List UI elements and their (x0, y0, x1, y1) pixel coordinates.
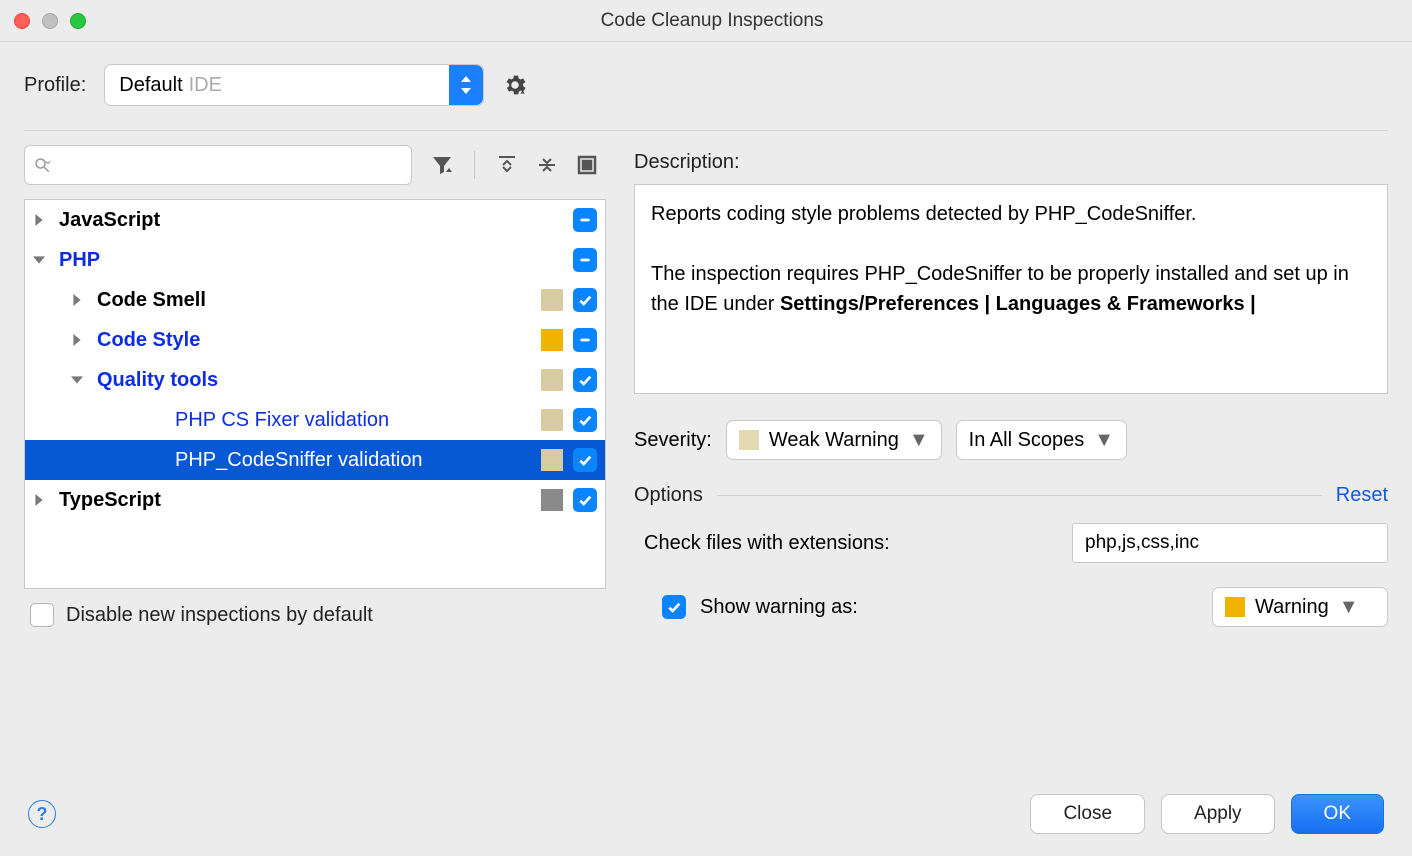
severity-swatch-icon (541, 369, 563, 391)
description-box: Reports coding style problems detected b… (634, 184, 1388, 394)
description-p2: The inspection requires PHP_CodeSniffer … (651, 259, 1371, 319)
severity-swatch-icon (541, 489, 563, 511)
tree-row[interactable]: PHP (25, 240, 605, 280)
profile-value: Default (119, 74, 182, 97)
inspection-checkbox[interactable] (573, 488, 597, 512)
profile-label: Profile: (24, 74, 86, 97)
toolbar (24, 145, 606, 185)
tree-item-label: Code Style (97, 329, 541, 352)
tree-row[interactable]: PHP CS Fixer validation (25, 400, 605, 440)
warning-level-value: Warning (1255, 596, 1329, 619)
options-header: Options Reset (634, 484, 1388, 507)
tree-item-label: JavaScript (59, 209, 541, 232)
tree-item-label: PHP CS Fixer validation (175, 409, 541, 432)
inspection-tree[interactable]: JavaScript PHP Code Smell Code Style Quality… (24, 199, 606, 589)
inspection-checkbox[interactable] (573, 248, 597, 272)
warning-level-dropdown[interactable]: Warning ▼ (1212, 587, 1388, 627)
expand-icon[interactable] (575, 153, 599, 177)
chevron-down-icon: ▼ (1339, 596, 1359, 619)
options-label: Options (634, 484, 717, 507)
severity-label: Severity: (634, 429, 712, 452)
chevron-down-icon: ▼ (909, 429, 929, 452)
footer: ? Close Apply OK (0, 778, 1412, 856)
filter-icon[interactable] (430, 153, 454, 177)
window-close-button[interactable] (14, 13, 30, 29)
inspection-checkbox[interactable] (573, 368, 597, 392)
inspection-checkbox[interactable] (573, 208, 597, 232)
tree-row[interactable]: Code Style (25, 320, 605, 360)
search-input[interactable] (25, 146, 299, 184)
inspection-checkbox[interactable] (573, 448, 597, 472)
description-label: Description: (634, 145, 1388, 184)
extensions-row: Check files with extensions: (634, 523, 1388, 563)
reset-link[interactable]: Reset (1336, 484, 1388, 507)
help-icon[interactable]: ? (28, 800, 56, 828)
chevron-right-icon (33, 494, 49, 506)
toolbar-separator (474, 151, 475, 179)
tree-row[interactable]: PHP_CodeSniffer validation (25, 440, 605, 480)
window-maximize-button[interactable] (70, 13, 86, 29)
severity-swatch-icon (541, 449, 563, 471)
severity-swatch-icon (541, 409, 563, 431)
inspection-checkbox[interactable] (573, 288, 597, 312)
traffic-lights (14, 13, 86, 29)
close-button[interactable]: Close (1030, 794, 1145, 834)
profile-select[interactable]: Default IDE (104, 64, 484, 106)
profile-row: Profile: Default IDE (0, 42, 1412, 130)
tree-row[interactable]: Code Smell (25, 280, 605, 320)
disable-row: Disable new inspections by default (24, 589, 606, 627)
apply-button[interactable]: Apply (1161, 794, 1275, 834)
chevron-right-icon (33, 214, 49, 226)
chevron-down-icon: ▼ (1094, 429, 1114, 452)
severity-dropdown[interactable]: Weak Warning ▼ (726, 420, 942, 460)
extensions-input[interactable] (1072, 523, 1388, 563)
show-warning-row: Show warning as: Warning ▼ (634, 587, 1388, 627)
inspection-checkbox[interactable] (573, 328, 597, 352)
warning-color-swatch (1225, 597, 1245, 617)
severity-row: Severity: Weak Warning ▼ In All Scopes ▼ (634, 420, 1388, 460)
show-warning-label: Show warning as: (700, 596, 1212, 619)
disable-label: Disable new inspections by default (66, 604, 373, 627)
profile-chevrons-icon (449, 65, 483, 105)
scope-dropdown[interactable]: In All Scopes ▼ (956, 420, 1127, 460)
tree-item-label: PHP_CodeSniffer validation (175, 449, 541, 472)
scope-value: In All Scopes (969, 429, 1085, 452)
tree-row[interactable]: JavaScript (25, 200, 605, 240)
ok-button[interactable]: OK (1291, 794, 1384, 834)
search-box[interactable] (24, 145, 412, 185)
chevron-right-icon (71, 334, 87, 346)
tree-item-label: PHP (59, 249, 541, 272)
description-p1: Reports coding style problems detected b… (651, 199, 1371, 229)
severity-swatch-icon (541, 289, 563, 311)
window-title: Code Cleanup Inspections (86, 10, 1398, 32)
extensions-label: Check files with extensions: (644, 532, 1072, 555)
severity-swatch-icon (541, 329, 563, 351)
tree-item-label: Code Smell (97, 289, 541, 312)
inspection-checkbox[interactable] (573, 408, 597, 432)
window-minimize-button[interactable] (42, 13, 58, 29)
chevron-down-icon (33, 254, 49, 266)
tree-item-label: TypeScript (59, 489, 541, 512)
options-divider (717, 495, 1322, 496)
gear-icon[interactable] (502, 72, 528, 98)
disable-checkbox[interactable] (30, 603, 54, 627)
severity-value: Weak Warning (769, 429, 899, 452)
collapse-all-icon[interactable] (535, 153, 559, 177)
profile-scope: IDE (189, 74, 222, 97)
tree-item-label: Quality tools (97, 369, 541, 392)
titlebar: Code Cleanup Inspections (0, 0, 1412, 42)
severity-color-swatch (739, 430, 759, 450)
expand-all-icon[interactable] (495, 153, 519, 177)
chevron-right-icon (71, 294, 87, 306)
search-icon (33, 156, 51, 174)
chevron-down-icon (71, 374, 87, 386)
tree-row[interactable]: Quality tools (25, 360, 605, 400)
tree-row[interactable]: TypeScript (25, 480, 605, 520)
show-warning-checkbox[interactable] (662, 595, 686, 619)
